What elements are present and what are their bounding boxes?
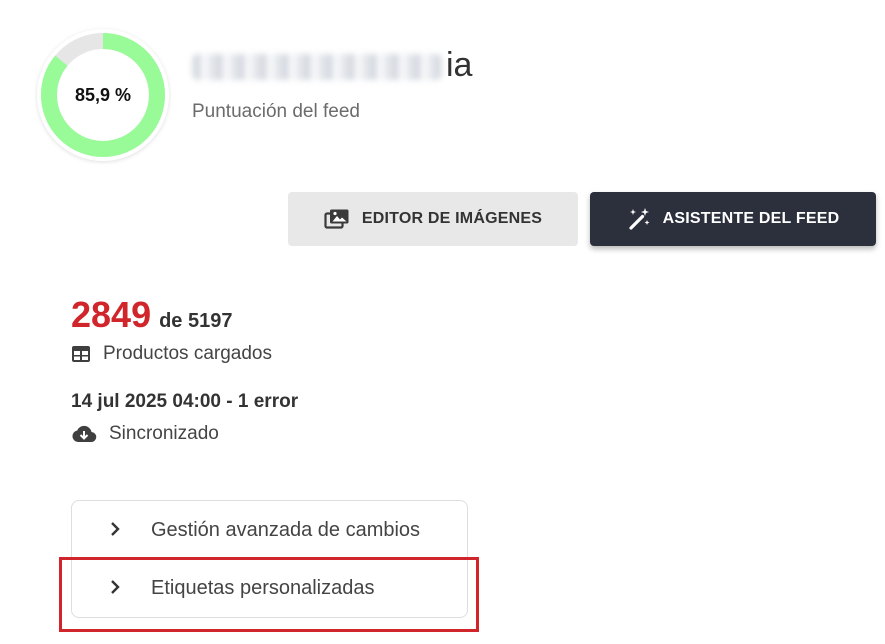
feed-score-ring: 85,9 % — [34, 26, 172, 164]
last-sync-datetime: 14 jul 2025 04:00 - 1 error — [71, 391, 299, 412]
feed-assistant-label: ASISTENTE DEL FEED — [662, 210, 840, 227]
redacted-text — [192, 54, 442, 81]
feed-assistant-button[interactable]: ASISTENTE DEL FEED — [590, 192, 876, 246]
image-editor-button[interactable]: EDITOR DE IMÁGENES — [288, 192, 578, 246]
accordion-item-label: Gestión avanzada de cambios — [151, 518, 421, 541]
highlight-box — [59, 557, 479, 632]
sync-status-row: Sincronizado — [71, 423, 219, 445]
score-value: 85,9 % — [74, 84, 132, 105]
feed-name-suffix: ia — [446, 46, 473, 84]
image-editor-label: EDITOR DE IMÁGENES — [361, 210, 543, 227]
table-icon — [72, 346, 90, 362]
sync-status-label: Sincronizado — [109, 423, 219, 444]
feed-name: ia — [192, 46, 472, 85]
products-count: 2849 de 5197 — [71, 294, 232, 336]
products-loaded-label: Productos cargados — [103, 343, 272, 364]
cloud-download-icon — [72, 425, 97, 443]
chevron-right-icon — [111, 522, 120, 536]
products-loaded-count: 2849 — [71, 294, 152, 335]
accordion-item-advanced-changes[interactable]: Gestión avanzada de cambios — [72, 501, 467, 559]
products-total: de 5197 — [159, 310, 233, 332]
products-loaded-row: Productos cargados — [71, 343, 272, 365]
magic-wand-icon — [629, 208, 650, 230]
feed-subtitle: Puntuación del feed — [192, 101, 360, 122]
images-icon — [324, 209, 349, 229]
